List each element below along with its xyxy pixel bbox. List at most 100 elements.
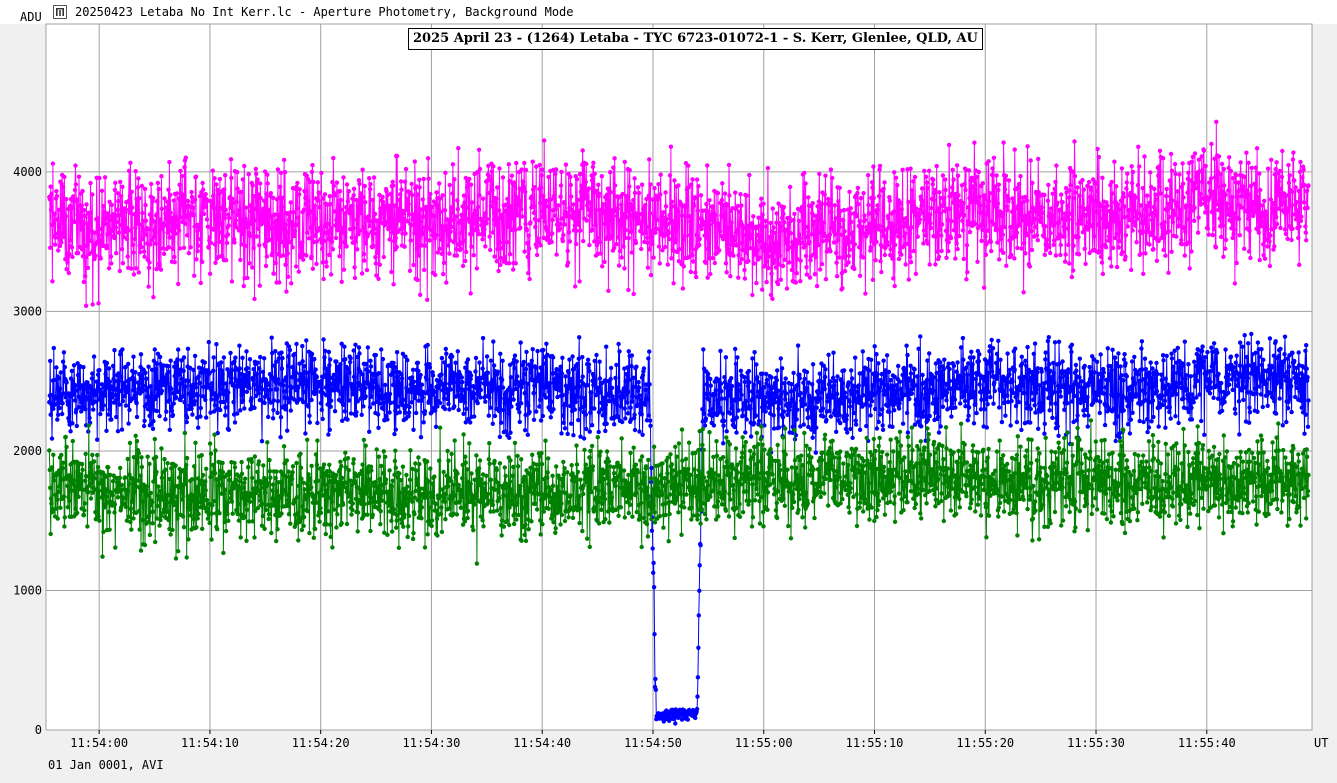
- data-point: [830, 175, 835, 181]
- data-point: [834, 260, 839, 265]
- data-point: [367, 429, 372, 434]
- data-point: [876, 419, 881, 425]
- data-point: [496, 408, 502, 414]
- data-point: [121, 380, 127, 386]
- data-point: [913, 397, 919, 402]
- data-point: [565, 431, 570, 437]
- data-point: [1216, 154, 1222, 159]
- data-point: [248, 203, 253, 208]
- data-point: [965, 270, 970, 275]
- data-point: [518, 198, 523, 204]
- data-point: [734, 430, 739, 435]
- data-point: [747, 236, 752, 241]
- data-point: [549, 399, 554, 404]
- data-point: [146, 284, 151, 289]
- data-point: [1279, 174, 1285, 180]
- data-point: [118, 179, 123, 185]
- data-point: [1028, 158, 1033, 163]
- data-point: [622, 159, 627, 165]
- data-point: [358, 191, 363, 196]
- data-point: [780, 263, 786, 269]
- data-point: [403, 231, 408, 236]
- data-point: [953, 256, 958, 261]
- data-point: [1006, 198, 1011, 204]
- data-point: [682, 233, 687, 239]
- data-point: [568, 174, 573, 180]
- data-point: [801, 205, 806, 211]
- data-point: [424, 377, 429, 382]
- data-point: [278, 415, 284, 420]
- data-point: [733, 190, 738, 195]
- data-point: [426, 176, 431, 181]
- data-point: [1082, 246, 1087, 252]
- data-point: [760, 287, 765, 292]
- data-point: [83, 255, 88, 260]
- data-point: [937, 227, 942, 232]
- data-point: [192, 273, 197, 278]
- data-point: [1071, 243, 1076, 248]
- data-point: [852, 242, 857, 247]
- data-point: [769, 375, 774, 380]
- data-point: [436, 202, 441, 208]
- data-point: [550, 217, 555, 223]
- data-point: [444, 280, 449, 285]
- data-point: [157, 263, 162, 268]
- data-point: [1212, 175, 1218, 180]
- data-point: [920, 372, 925, 378]
- data-point: [193, 174, 199, 179]
- data-point: [957, 373, 962, 379]
- data-point: [847, 247, 853, 252]
- data-point: [446, 401, 451, 407]
- data-point: [1121, 215, 1127, 220]
- data-point: [1216, 207, 1221, 213]
- data-point: [271, 398, 277, 403]
- data-point: [483, 377, 488, 382]
- data-point: [1050, 213, 1055, 218]
- data-point: [418, 207, 424, 212]
- data-point: [619, 202, 624, 207]
- data-point: [174, 191, 180, 196]
- data-point: [222, 187, 227, 192]
- data-point: [420, 197, 425, 202]
- data-point: [1203, 210, 1208, 215]
- data-point: [701, 411, 706, 416]
- data-point: [427, 238, 433, 243]
- data-point: [988, 395, 993, 400]
- data-point: [647, 349, 652, 354]
- data-point: [857, 245, 862, 250]
- data-point: [133, 370, 138, 375]
- data-point: [559, 371, 565, 376]
- data-point: [488, 204, 494, 209]
- light-curve-chart[interactable]: 0100020003000400011:54:00 11:54:10 11:54:2…: [0, 0, 1337, 783]
- data-point: [371, 175, 377, 180]
- data-point: [636, 380, 641, 385]
- data-point: [563, 162, 569, 167]
- data-point: [536, 218, 542, 223]
- data-point: [275, 398, 281, 404]
- data-point: [974, 174, 980, 180]
- data-point: [821, 414, 826, 419]
- data-point: [377, 387, 382, 393]
- data-point: [309, 169, 315, 175]
- data-point: [165, 381, 170, 386]
- data-point: [1056, 220, 1061, 225]
- data-point: [608, 376, 613, 382]
- data-point: [338, 197, 343, 203]
- data-point: [92, 399, 98, 404]
- data-point: [310, 162, 315, 168]
- data-point: [268, 387, 273, 392]
- data-point: [531, 203, 536, 209]
- data-point: [846, 260, 851, 265]
- data-point: [129, 266, 134, 271]
- data-point: [644, 235, 650, 240]
- data-point: [995, 201, 1001, 206]
- data-point: [439, 251, 445, 256]
- data-point: [710, 255, 715, 261]
- data-point: [1237, 233, 1243, 238]
- data-point: [1105, 203, 1110, 208]
- data-point: [421, 176, 426, 182]
- data-point: [530, 347, 535, 352]
- data-point: [879, 269, 884, 275]
- data-point: [127, 210, 132, 215]
- data-point: [198, 237, 203, 242]
